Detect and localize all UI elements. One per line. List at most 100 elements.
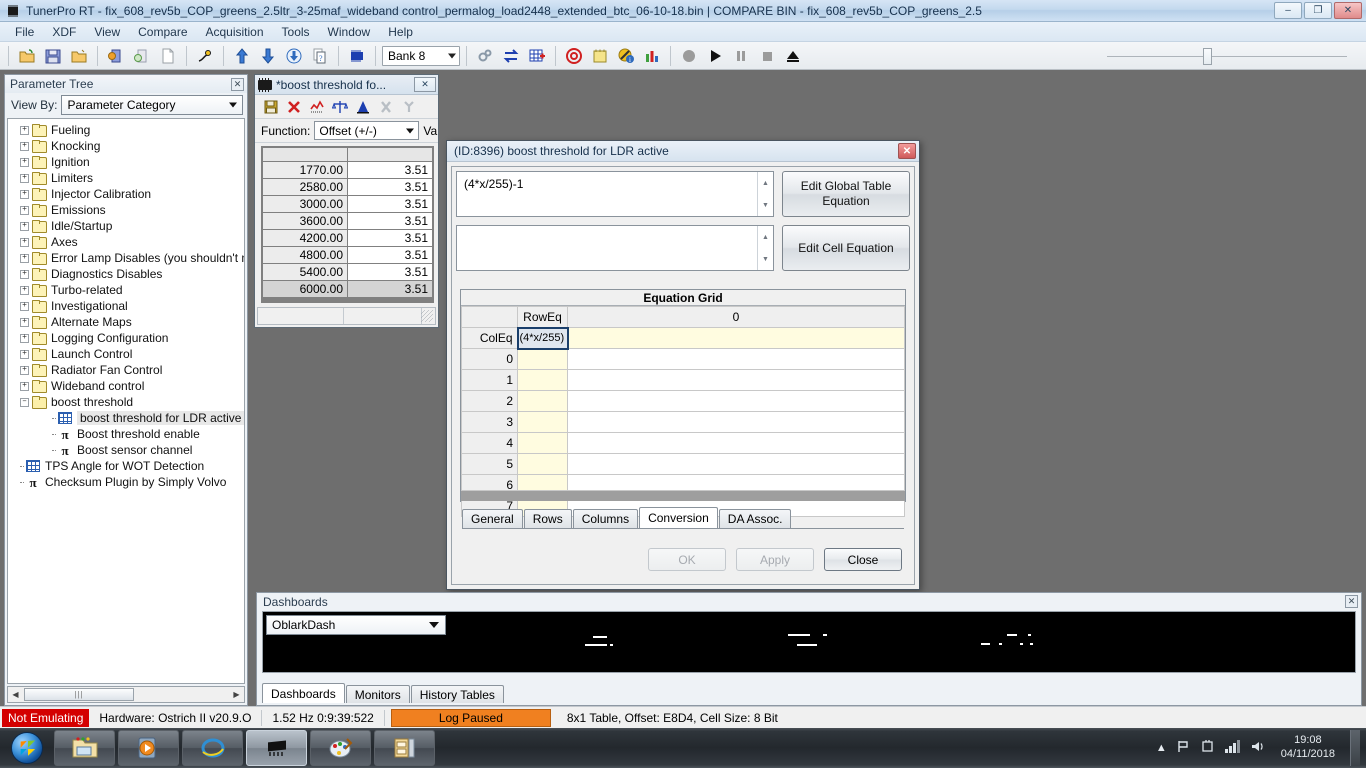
expand-icon[interactable]: + [20,157,29,167]
hardware-icon[interactable] [193,44,217,68]
taskbar-item-file-explorer[interactable] [54,730,115,766]
taskbar-item-media-player[interactable] [118,730,179,766]
volume-icon[interactable] [1250,739,1266,757]
equation-grid-row[interactable]: 2 [461,390,905,412]
expand-icon[interactable]: + [20,269,29,279]
table-row[interactable]: 2580.00 3.51 [262,178,433,196]
spin-down-icon[interactable]: ▼ [758,248,773,270]
menu-compare[interactable]: Compare [129,23,196,41]
open-folder-icon[interactable] [15,44,39,68]
tree-node[interactable]: + Knocking [8,138,244,154]
tab-rows[interactable]: Rows [523,509,572,528]
download-all-icon[interactable] [282,44,306,68]
tree-node[interactable]: + Logging Configuration [8,330,244,346]
table-value-cell[interactable]: 3.51 [347,229,433,247]
table-row[interactable]: 5400.00 3.51 [262,263,433,281]
tree-node[interactable]: π Boost threshold enable [8,426,244,442]
table-data-grid[interactable]: 1770.00 3.51 2580.00 3.51 3000.00 3.51 3600.00… [261,146,434,303]
equation-cell[interactable] [567,390,905,412]
stop-icon[interactable] [755,44,779,68]
menu-file[interactable]: File [6,23,43,41]
table-axis-cell[interactable]: 4800.00 [262,246,348,264]
table-value-cell[interactable]: 3.51 [347,280,433,298]
equation-cell[interactable] [567,432,905,454]
parameter-tree-hscrollbar[interactable]: ◀ ||| ▶ [7,686,245,703]
table-axis-cell[interactable]: 6000.00 [262,280,348,298]
edit-cell-equation-button[interactable]: Edit Cell Equation [782,225,910,271]
table-row[interactable]: 4200.00 3.51 [262,229,433,247]
row-equation-cell[interactable] [517,411,568,433]
tree-node[interactable]: π Boost sensor channel [8,442,244,458]
flag-action-center-icon[interactable] [1176,739,1191,757]
parameter-tree-list[interactable]: + Fueling + Knocking + Ignition + Limiters + Inje… [7,118,245,684]
show-desktop-button[interactable] [1350,730,1360,766]
signal-bars-icon[interactable] [1224,739,1241,757]
table-axis-cell[interactable]: 3600.00 [262,212,348,230]
spin-up-icon[interactable]: ▲ [758,172,773,194]
row-equation-cell[interactable] [517,453,568,475]
tree-node[interactable]: + Ignition [8,154,244,170]
dashboard-canvas[interactable]: OblarkDash [262,611,1356,673]
resize-grip[interactable] [421,310,433,322]
tree-node[interactable]: – boost threshold [8,394,244,410]
table-value-cell[interactable]: 3.51 [347,161,433,179]
network-plug-icon[interactable] [1200,739,1215,757]
save-icon[interactable] [260,97,282,117]
tab-conversion[interactable]: Conversion [639,507,718,528]
expand-icon[interactable]: + [20,285,29,295]
table-axis-cell[interactable]: 3000.00 [262,195,348,213]
minimize-button[interactable]: – [1274,2,1302,19]
menu-window[interactable]: Window [319,23,380,41]
tab-general[interactable]: General [462,509,523,528]
table-value-cell[interactable]: 3.51 [347,212,433,230]
settings-icon[interactable] [473,44,497,68]
acquisition-slider[interactable] [1107,45,1347,67]
expand-icon[interactable]: + [20,317,29,327]
cell-equation-input[interactable]: ▲ ▼ [456,225,774,271]
row-equation-cell[interactable] [517,369,568,391]
expand-icon[interactable]: + [20,189,29,199]
bank-select[interactable]: Bank 8 [382,45,460,66]
scroll-right-icon[interactable]: ▶ [229,690,244,699]
menu-help[interactable]: Help [379,23,422,41]
scrollbar-thumb[interactable]: ||| [24,688,134,701]
no-info-icon[interactable]: i [614,44,638,68]
tree-node[interactable]: + Diagnostics Disables [8,266,244,282]
column-header[interactable]: 0 [567,306,905,328]
table-row[interactable]: 6000.00 3.51 [262,280,433,298]
table-row[interactable]: 1770.00 3.51 [262,161,433,179]
expand-icon[interactable]: + [20,253,29,263]
tab-da-assoc[interactable]: DA Assoc. [718,509,792,528]
table-row[interactable]: 3000.00 3.51 [262,195,433,213]
eject-icon[interactable] [781,44,805,68]
expand-icon[interactable]: + [20,301,29,311]
edit-global-table-equation-button[interactable]: Edit Global Table Equation [782,171,910,217]
new-file-icon[interactable] [156,44,180,68]
equation-cell[interactable] [567,327,905,349]
row-equation-cell[interactable] [517,390,568,412]
upload-icon[interactable] [230,44,254,68]
menu-xdf[interactable]: XDF [43,23,85,41]
compare-icon[interactable] [352,97,374,117]
maximize-button[interactable]: ❐ [1304,2,1332,19]
chart-icon[interactable] [640,44,664,68]
tree-node[interactable]: + Error Lamp Disables (you shouldn't need [8,250,244,266]
clock[interactable]: 19:08 04/11/2018 [1275,734,1341,762]
global-equation-spinner[interactable]: ▲ ▼ [757,172,773,216]
expand-icon[interactable]: + [20,381,29,391]
collapse-icon[interactable]: – [20,397,29,407]
equation-cell[interactable] [567,348,905,370]
table-grid-icon[interactable] [525,44,549,68]
row-header[interactable]: 4 [461,432,518,454]
download-icon[interactable] [256,44,280,68]
row-header[interactable]: 5 [461,453,518,475]
expand-icon[interactable]: + [20,205,29,215]
expand-icon[interactable]: + [20,141,29,151]
dashboard-tab-dashboards[interactable]: Dashboards [262,683,345,703]
spin-down-icon[interactable]: ▼ [758,194,773,216]
tree-node[interactable]: + Fueling [8,122,244,138]
equation-grid-row[interactable]: 5 [461,453,905,475]
expand-icon[interactable]: + [20,349,29,359]
taskbar-item-internet-explorer[interactable] [182,730,243,766]
menu-view[interactable]: View [85,23,129,41]
